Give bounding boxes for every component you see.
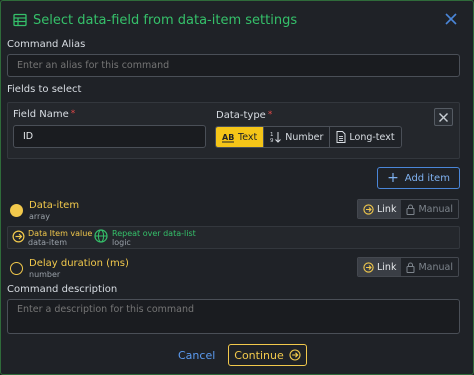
datatype-longtext-option[interactable]: Long-text	[330, 127, 401, 147]
close-icon[interactable]	[443, 11, 459, 27]
fields-section-label: Fields to select	[7, 84, 82, 95]
chip-repeat-subtitle: logic	[112, 238, 131, 247]
delay-link-label: Link	[377, 261, 397, 273]
data-item-link-label: Link	[377, 203, 397, 215]
add-item-button[interactable]: + Add item	[377, 167, 460, 189]
datatype-label-text: Data-type	[216, 110, 266, 121]
link-circle-icon	[363, 261, 374, 273]
command-alias-label: Command Alias	[7, 39, 86, 50]
datatype-label: Data-type *	[216, 110, 272, 121]
delay-mode-toggle: Link Manual	[357, 257, 459, 277]
data-item-status-icon	[10, 204, 23, 217]
lock-icon	[406, 204, 415, 215]
field-name-label-text: Field Name	[13, 109, 69, 120]
command-description-input[interactable]	[7, 299, 460, 334]
continue-label: Continue	[234, 348, 284, 362]
data-item-mode-toggle: Link Manual	[357, 199, 459, 219]
field-name-input[interactable]: ID	[13, 125, 206, 148]
field-name-label: Field Name *	[13, 109, 75, 120]
delay-status-icon	[10, 262, 23, 275]
chip-data-item-value-title[interactable]: Data Item value	[28, 229, 92, 238]
command-alias-input[interactable]	[7, 54, 460, 77]
datatype-text-label: Text	[238, 131, 258, 143]
datatype-number-label: Number	[285, 131, 324, 143]
data-item-title: Data-item	[29, 200, 80, 211]
delay-manual-option[interactable]: Manual	[401, 258, 458, 276]
add-item-label: Add item	[404, 172, 450, 184]
chip-repeat-title[interactable]: Repeat over data-list	[112, 229, 196, 238]
delay-manual-label: Manual	[418, 261, 453, 273]
datatype-text-option[interactable]: AB Text	[216, 127, 265, 147]
command-description-label: Command description	[7, 284, 118, 295]
plus-icon: +	[387, 170, 399, 186]
delay-link-option[interactable]: Link	[358, 258, 402, 276]
link-circle-icon	[363, 203, 374, 215]
number-sort-icon: 1 9	[270, 132, 282, 143]
datatype-number-option[interactable]: 1 9 Number	[264, 127, 331, 147]
data-item-manual-option[interactable]: Manual	[401, 200, 458, 218]
link-circle-icon	[12, 230, 25, 243]
text-type-icon: AB	[222, 133, 234, 142]
chip-data-item-value-subtitle: data-item	[28, 238, 67, 247]
select-data-field-dialog: Select data-field from data-item setting…	[0, 0, 474, 375]
svg-text:9: 9	[270, 138, 274, 143]
dialog-title: Select data-field from data-item setting…	[33, 12, 298, 28]
delay-subtitle: number	[29, 270, 61, 279]
table-icon	[13, 13, 27, 27]
datatype-selector: AB Text 1 9 Number Long-text	[215, 126, 402, 148]
required-mark: *	[70, 109, 76, 119]
cancel-button[interactable]: Cancel	[178, 349, 215, 362]
datatype-longtext-label: Long-text	[349, 131, 395, 143]
close-icon	[439, 112, 448, 122]
delay-title: Delay duration (ms)	[29, 258, 129, 269]
lock-icon	[406, 262, 415, 273]
arrow-right-circle-icon	[289, 349, 301, 361]
svg-text:AB: AB	[222, 133, 234, 142]
document-icon	[336, 131, 346, 143]
globe-icon	[94, 229, 108, 243]
data-item-manual-label: Manual	[418, 203, 453, 215]
data-item-link-option[interactable]: Link	[358, 200, 402, 218]
continue-button[interactable]: Continue	[228, 344, 307, 366]
remove-field-button[interactable]	[434, 108, 453, 126]
dialog-header: Select data-field from data-item setting…	[13, 10, 463, 30]
field-name-value: ID	[23, 131, 34, 142]
data-item-subtitle: array	[29, 212, 50, 221]
required-mark: *	[267, 110, 273, 120]
